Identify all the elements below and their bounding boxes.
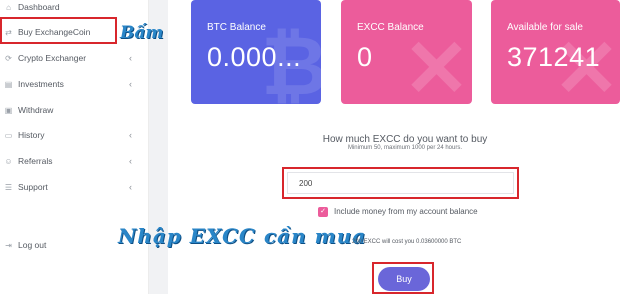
sidebar-item-label: Referrals	[18, 156, 53, 166]
card-title: Available for sale	[507, 22, 583, 33]
highlight-box-sidebar	[0, 17, 117, 44]
user-icon: ☺	[4, 156, 13, 166]
card-title: EXCC Balance	[357, 22, 424, 33]
logout-icon: ⇥	[5, 240, 12, 250]
sidebar-item-label: Crypto Exchanger	[18, 53, 87, 63]
sidebar-item-dashboard[interactable]: ⌂ Dashboard	[0, 0, 149, 18]
sidebar-item-label: Investments	[18, 79, 64, 89]
sidebar-item-label: Dashboard	[18, 2, 60, 12]
cost-summary-text: 200 EXCC will cost you 0.03600000 BTC	[352, 239, 462, 245]
layers-icon: ▤	[4, 79, 13, 89]
form-heading: How much EXCC do you want to buy	[322, 134, 488, 145]
chevron-left-icon: ‹	[129, 79, 132, 89]
card-title: BTC Balance	[207, 22, 266, 33]
refresh-icon: ⟳	[5, 53, 12, 63]
sidebar-item-label: History	[18, 130, 45, 140]
sidebar-item-history[interactable]: ▭ History ‹	[0, 124, 149, 146]
buy-button[interactable]: Buy	[378, 267, 430, 291]
btc-balance-card: ₿ BTC Balance 0.000...	[191, 0, 321, 104]
available-for-sale-card: ✕ Available for sale 371241	[491, 0, 620, 104]
annotation-click-note: Bấm	[120, 23, 164, 43]
card-value: 371241	[507, 42, 601, 72]
list-icon: ☰	[4, 182, 13, 192]
content-gutter	[149, 0, 168, 294]
folder-icon: ▭	[4, 130, 13, 140]
chevron-left-icon: ‹	[129, 53, 132, 63]
sidebar-item-label: Support	[18, 182, 48, 192]
x-watermark-icon: ✕	[403, 24, 471, 104]
form-subheading: Minimum 50, maximum 1000 per 24 hours.	[347, 145, 463, 151]
sidebar-item-crypto-exchanger[interactable]: ⟳ Crypto Exchanger ‹	[0, 47, 149, 69]
excc-balance-card: ✕ EXCC Balance 0	[341, 0, 472, 104]
sidebar: ⌂ Dashboard ⇄ Buy ExchangeCoin ⟳ Crypto …	[0, 0, 149, 294]
amount-input-wrapper	[282, 167, 519, 199]
sidebar-item-investments[interactable]: ▤ Investments ‹	[0, 73, 149, 95]
chevron-left-icon: ‹	[129, 182, 132, 192]
sidebar-item-label: Withdraw	[18, 105, 54, 115]
sidebar-item-referrals[interactable]: ☺ Referrals ‹	[0, 150, 149, 172]
chevron-left-icon: ‹	[129, 156, 132, 166]
amount-input[interactable]	[287, 172, 514, 194]
include-balance-label[interactable]: Include money from my account balance	[334, 207, 478, 216]
chevron-left-icon: ‹	[129, 130, 132, 140]
annotation-enter-note: Nhập EXCC cần mua	[118, 224, 367, 248]
image-icon: ▣	[4, 105, 13, 115]
check-icon: ✓	[320, 208, 326, 215]
card-value: 0	[357, 42, 373, 72]
card-value: 0.000...	[207, 42, 302, 72]
dashboard-icon: ⌂	[6, 2, 11, 12]
sidebar-item-withdraw[interactable]: ▣ Withdraw	[0, 99, 149, 121]
sidebar-item-label: Log out	[18, 240, 47, 250]
sidebar-item-support[interactable]: ☰ Support ‹	[0, 176, 149, 198]
include-balance-checkbox[interactable]: ✓	[318, 207, 328, 217]
